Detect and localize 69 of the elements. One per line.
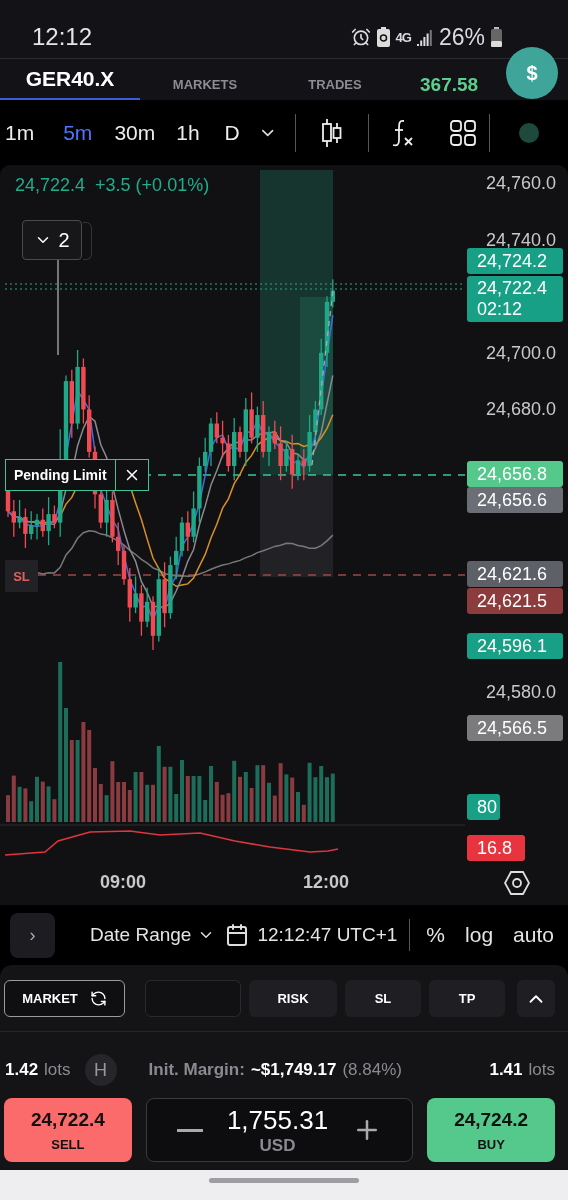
order-option-button[interactable]: SL: [345, 980, 421, 1017]
date-range-dropdown[interactable]: Date Range: [90, 924, 192, 946]
calendar-icon[interactable]: [225, 923, 250, 947]
buy-lots: 1.41 lots: [489, 1060, 555, 1080]
layout-grid-icon[interactable]: [450, 119, 477, 146]
pending-order-label: Pending Limit: [5, 459, 149, 491]
axis-label: 24,700.0: [485, 341, 556, 365]
currency-label: USD: [259, 1135, 296, 1156]
time-label: 09:00: [100, 872, 147, 893]
margin-percent: (8.84%): [342, 1060, 402, 1080]
swap-icon: [89, 990, 107, 1007]
home-handle[interactable]: [209, 1178, 359, 1183]
buy-button[interactable]: 24,724.2 BUY: [427, 1098, 555, 1162]
order-option-button[interactable]: TP: [429, 980, 505, 1017]
scale-option[interactable]: %: [426, 923, 446, 947]
battery-saver-icon: [376, 27, 390, 47]
alarm-icon: [350, 27, 371, 47]
battery-icon: [491, 27, 502, 47]
margin-value: ~$1,749.17: [250, 1060, 337, 1080]
last-price: 24,722.4: [15, 175, 86, 196]
hedge-button[interactable]: H: [84, 1054, 117, 1086]
minus-button[interactable]: [176, 1128, 203, 1132]
settings-icon[interactable]: [504, 870, 530, 896]
sell-lots: 1.42 lots: [5, 1060, 71, 1080]
price-tag: 24,621.5: [467, 588, 563, 614]
stop-loss-label: SL: [5, 560, 38, 592]
axis-label: 24,580.0: [485, 681, 556, 705]
battery-level: 26%: [438, 23, 485, 51]
price-tag: 24,722.4 02:12: [467, 276, 563, 322]
timeframe-tab[interactable]: D: [224, 120, 240, 145]
account-balance: 367.58: [420, 72, 479, 96]
symbol-tab[interactable]: GER40.X: [0, 59, 140, 100]
price-tag: 24,596.1: [467, 633, 563, 659]
price-tag: 16.8: [467, 835, 525, 861]
signal-icon: [416, 28, 433, 46]
minus-icon: [176, 1128, 203, 1132]
network-type: 4G: [395, 29, 411, 45]
sell-button[interactable]: 24,722.4 SELL: [4, 1098, 132, 1162]
amount-stepper[interactable]: 1,755.31 USD: [145, 1098, 414, 1162]
nav-tab[interactable]: TRADES: [270, 59, 400, 100]
clock-time: 12:12: [32, 23, 93, 51]
scale-option[interactable]: auto: [513, 923, 554, 947]
axis-label: 24,760.0: [485, 172, 556, 195]
price-tag: 24,656.8: [467, 461, 563, 487]
timeframe-tab[interactable]: 1m: [5, 120, 35, 145]
amount-value: 1,755.31: [226, 1104, 329, 1136]
nav-tab[interactable]: MARKETS: [140, 59, 270, 100]
status-dot-icon: [518, 121, 541, 144]
collapse-button[interactable]: [517, 980, 555, 1017]
timeframe-tab[interactable]: 5m: [63, 120, 93, 145]
margin-label: Init. Margin:: [148, 1060, 245, 1080]
collapse-marker-button[interactable]: 2: [22, 220, 82, 260]
timeframe-tab[interactable]: 30m: [114, 120, 156, 145]
timezone-clock: 12:12:47 UTC+1: [257, 924, 398, 946]
order-option-button[interactable]: RISK: [249, 980, 337, 1017]
order-type-button[interactable]: MARKET: [4, 980, 125, 1017]
price-tag: 24,656.6: [467, 487, 563, 513]
axis-label: 24,680.0: [485, 398, 556, 422]
input-field[interactable]: [145, 980, 241, 1017]
price-tag: 80: [467, 794, 500, 820]
scale-option[interactable]: log: [465, 923, 494, 947]
time-label: 12:00: [303, 872, 350, 893]
price-tag: 24,566.5: [467, 715, 563, 741]
expand-button[interactable]: ›: [10, 912, 55, 958]
price-tag: 24,621.6: [467, 561, 563, 587]
price-tag: 24,724.2: [467, 248, 563, 274]
hidden-button-outline: [83, 222, 92, 260]
price-change: +3.5 (+0.01%): [95, 175, 210, 196]
timeframe-tab[interactable]: 1h: [176, 120, 200, 145]
